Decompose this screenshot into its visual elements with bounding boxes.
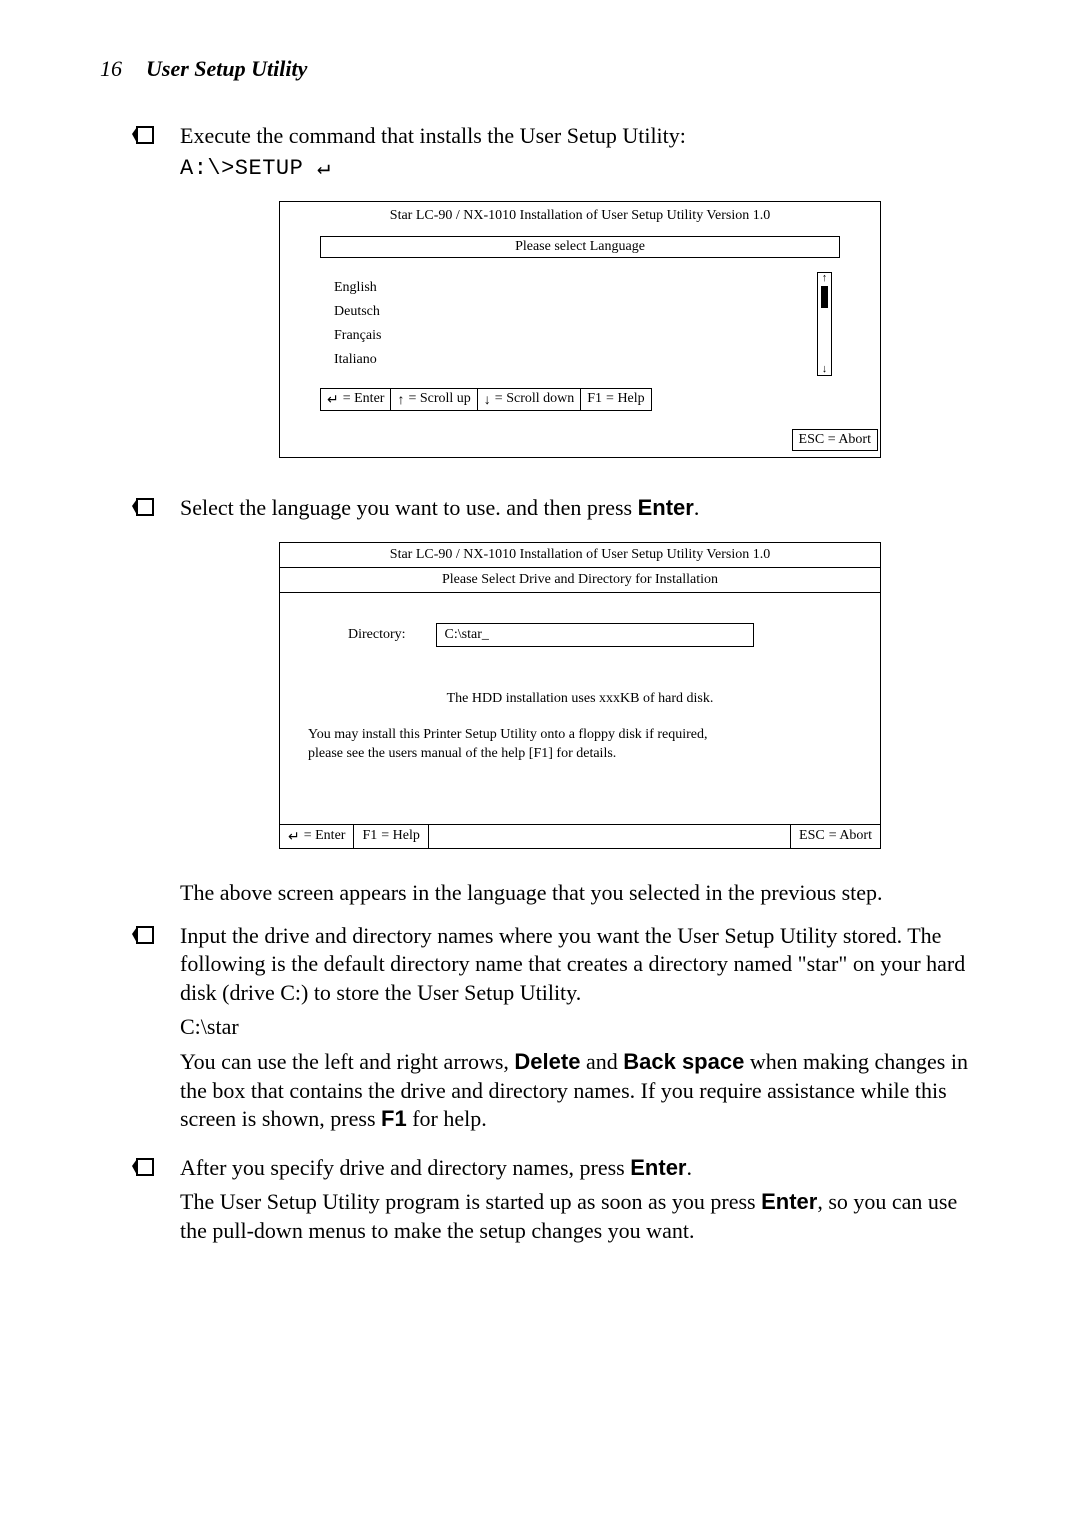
- esc-key: ESC: [799, 828, 825, 844]
- language-list: English Deutsch Français Italiano: [320, 272, 817, 376]
- language-option-english[interactable]: English: [334, 276, 817, 300]
- step-text: After you specify drive and directory na…: [180, 1154, 980, 1183]
- abort-row: ESC = Abort: [280, 429, 880, 451]
- legend-enter: ↵ = Enter: [280, 825, 354, 848]
- page-number: 16: [100, 56, 122, 81]
- language-panel-header: Please select Language: [320, 236, 840, 258]
- backspace-key: Back space: [623, 1049, 744, 1074]
- checkbox-bullet-icon: [132, 496, 160, 523]
- language-option-deutsch[interactable]: Deutsch: [334, 300, 817, 324]
- startup-note: The User Setup Utility program is starte…: [180, 1188, 980, 1245]
- step-text: Input the drive and directory names wher…: [180, 922, 980, 1008]
- screen-language-note: The above screen appears in the language…: [180, 879, 980, 908]
- key-legend-row: ↵ = Enter ↑ = Scroll up ↓ = Scroll down …: [320, 388, 840, 411]
- enter-icon: ↵: [327, 391, 339, 408]
- legend-scroll-down: ↓ = Scroll down: [478, 388, 581, 411]
- up-arrow-icon: ↑: [397, 391, 404, 407]
- f1-key: F1: [362, 828, 377, 844]
- step-input-directory: Input the drive and directory names wher…: [180, 922, 980, 1134]
- screen-subtitle: Please Select Drive and Directory for In…: [280, 568, 880, 593]
- directory-label: Directory:: [348, 627, 406, 643]
- f1-key: F1: [381, 1106, 407, 1131]
- down-arrow-icon: ↓: [484, 391, 491, 407]
- legend-help: F1 = Help: [354, 825, 428, 848]
- legend-abort: ESC = Abort: [790, 825, 880, 848]
- scroll-up-arrow-icon[interactable]: ↑: [822, 273, 828, 284]
- scroll-thumb[interactable]: [821, 286, 828, 308]
- step-select-language: Select the language you want to use. and…: [180, 494, 980, 523]
- enter-key: Enter: [638, 495, 694, 520]
- legend-enter: ↵ = Enter: [320, 388, 391, 411]
- directory-input[interactable]: C:\star_: [436, 623, 754, 647]
- floppy-hint-line-1: You may install this Printer Setup Utili…: [308, 725, 852, 745]
- key-legend-row: ↵ = Enter F1 = Help ESC = Abort: [280, 824, 880, 848]
- default-path: C:\star: [180, 1013, 980, 1042]
- install-screen-directory: Star LC-90 / NX-1010 Installation of Use…: [279, 542, 881, 849]
- delete-key: Delete: [514, 1049, 580, 1074]
- f1-key: F1: [587, 391, 602, 407]
- scrollbar[interactable]: ↑ ↓: [817, 272, 832, 376]
- screen-title: Star LC-90 / NX-1010 Installation of Use…: [280, 543, 880, 568]
- command-line: A:\>SETUP ↵: [180, 155, 980, 181]
- install-screen-language: Star LC-90 / NX-1010 Installation of Use…: [279, 201, 881, 458]
- screen-title: Star LC-90 / NX-1010 Installation of Use…: [280, 202, 880, 226]
- scroll-down-arrow-icon[interactable]: ↓: [822, 364, 828, 375]
- legend-scroll-up: ↑ = Scroll up: [391, 388, 477, 411]
- enter-icon: ↵: [288, 828, 300, 845]
- page: 16 User Setup Utility Execute the command…: [0, 0, 1080, 1529]
- checkbox-bullet-icon: [132, 1156, 160, 1183]
- running-header: 16 User Setup Utility: [100, 56, 980, 82]
- language-option-italiano[interactable]: Italiano: [334, 348, 817, 372]
- legend-help: F1 = Help: [581, 388, 651, 411]
- enter-key: Enter: [761, 1189, 817, 1214]
- legend-abort: ESC = Abort: [792, 429, 878, 451]
- step-press-enter: After you specify drive and directory na…: [180, 1154, 980, 1246]
- checkbox-bullet-icon: [132, 924, 160, 951]
- hdd-usage-info: The HDD installation uses xxxKB of hard …: [308, 689, 852, 709]
- step-execute-command: Execute the command that installs the Us…: [180, 122, 980, 181]
- step-text: Select the language you want to use. and…: [180, 494, 980, 523]
- section-title: User Setup Utility: [146, 56, 307, 81]
- enter-key: Enter: [630, 1155, 686, 1180]
- floppy-hint-line-2: please see the users manual of the help …: [308, 744, 852, 764]
- edit-keys-info: You can use the left and right arrows, D…: [180, 1048, 980, 1134]
- step-text: Execute the command that installs the Us…: [180, 122, 980, 151]
- esc-key: ESC: [799, 432, 825, 447]
- checkbox-bullet-icon: [132, 124, 160, 151]
- language-option-francais[interactable]: Français: [334, 324, 817, 348]
